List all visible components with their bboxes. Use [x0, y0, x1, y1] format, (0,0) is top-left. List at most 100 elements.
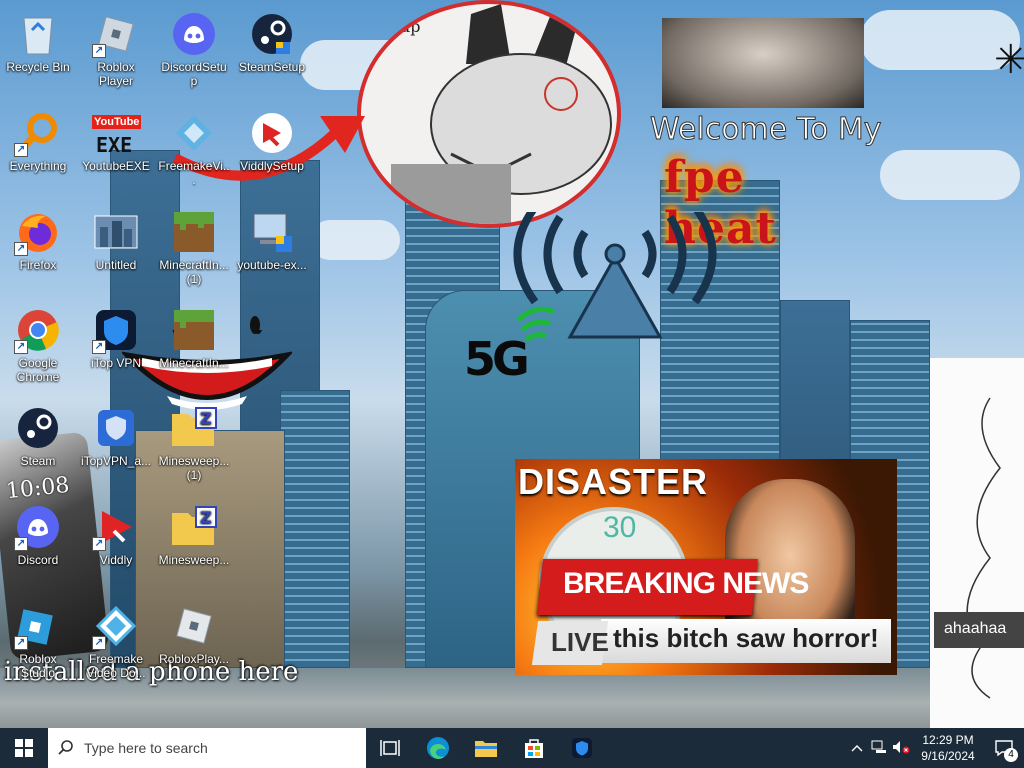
- taskbar-store-button[interactable]: [510, 728, 558, 768]
- chrome-icon: ↗: [14, 306, 62, 354]
- desktop[interactable]: Sup Welcome To My fpe heat 5G 30 DISASTE…: [0, 0, 1024, 728]
- viddly-icon: ↗: [92, 503, 140, 551]
- anime-character-circle: Sup: [357, 0, 621, 228]
- desktop-icon-label: YoutubeEXE: [82, 159, 150, 173]
- sup-text: Sup: [389, 17, 421, 36]
- taskbar-edge-button[interactable]: [414, 728, 462, 768]
- start-button[interactable]: [0, 728, 48, 768]
- desktop-icon-label: Untitled: [95, 258, 137, 272]
- desktop-icon-roblox-studio[interactable]: ↗ Roblox Studio: [0, 598, 76, 694]
- chevron-up-icon: [851, 745, 863, 752]
- desktop-icon-google-chrome[interactable]: ↗ Google Chrome: [0, 302, 76, 398]
- desktop-icon-label: Google Chrome: [16, 356, 60, 384]
- desktop-icon-label: ViddlySetup: [240, 159, 304, 173]
- desktop-icon-label: Freemake Video Do...: [86, 652, 146, 680]
- desktop-icon-label: FreemakeVi...: [158, 159, 230, 187]
- desktop-icon-minecraft-installer[interactable]: MinecraftIn...: [156, 302, 232, 398]
- breaking-news-text: BREAKING NEWS: [563, 567, 809, 600]
- desktop-icon-untitled[interactable]: Untitled: [78, 204, 154, 300]
- desktop-icon-label: iTopVPN_a...: [80, 454, 152, 468]
- task-view-icon: [380, 740, 400, 756]
- news-ticker-text: this bitch saw horror!: [613, 623, 879, 653]
- desktop-icon-viddly-setup[interactable]: ViddlySetup: [234, 105, 310, 201]
- desktop-icon-minesweeper-1[interactable]: Z Minesweep... (1): [156, 400, 232, 496]
- task-view-button[interactable]: [366, 728, 414, 768]
- minecraft-block-icon: [170, 208, 218, 256]
- desktop-icon-label: Roblox Player: [97, 60, 135, 88]
- desktop-icon-roblox-player-installer[interactable]: RobloxPlay...: [156, 598, 232, 694]
- desktop-icon-label: Steam: [20, 454, 56, 468]
- desktop-icon-steam[interactable]: Steam: [0, 400, 76, 496]
- desktop-icon-firefox[interactable]: ↗ Firefox: [0, 204, 76, 300]
- welcome-text: Welcome To My: [650, 112, 883, 148]
- network-icon: [871, 740, 886, 753]
- scribble-drawing: [966, 397, 1001, 699]
- desktop-icon-label: iTop VPN: [90, 356, 142, 370]
- news-disaster-text: DISASTER: [518, 461, 709, 502]
- taskbar: Type here to search 12:29 PM 9/16/2024 4: [0, 728, 1024, 768]
- desktop-icon-label: DiscordSetup: [161, 60, 227, 88]
- desktop-icon-minesweeper[interactable]: Z Minesweep...: [156, 499, 232, 595]
- taskbar-search-box[interactable]: Type here to search: [48, 728, 366, 768]
- exe-logo: EXE: [96, 133, 133, 157]
- desktop-icon-everything[interactable]: ↗ Everything: [0, 105, 76, 201]
- desktop-icon-label: Minesweep...: [158, 553, 230, 567]
- show-hidden-icons-button[interactable]: [846, 741, 868, 755]
- search-icon: [58, 740, 73, 755]
- desktop-icon-steam-setup[interactable]: SteamSetup: [234, 6, 310, 102]
- desktop-icon-label: Viddly: [99, 553, 133, 567]
- desktop-icon-discord-setup[interactable]: DiscordSetup: [156, 6, 232, 102]
- taskbar-clock[interactable]: 12:29 PM 9/16/2024: [912, 732, 984, 764]
- youtube-exe-icon: YouTube EXE: [92, 109, 142, 157]
- volume-button[interactable]: [890, 740, 912, 757]
- desktop-icon-label: SteamSetup: [238, 60, 306, 74]
- itop-vpn-icon: ↗: [92, 306, 140, 354]
- skyscraper: [280, 390, 350, 668]
- speaker-muted-icon: [893, 740, 910, 753]
- desktop-icon-roblox-player[interactable]: ↗ Roblox Player: [78, 6, 154, 102]
- desktop-icon-freemake-video[interactable]: FreemakeVi...: [156, 105, 232, 201]
- desktop-icon-youtube-exe-installer[interactable]: youtube-ex...: [234, 204, 310, 300]
- network-button[interactable]: [868, 740, 890, 757]
- recycle-bin-icon: [14, 10, 62, 58]
- desktop-icon-label: MinecraftIn... (1): [159, 258, 229, 286]
- desktop-icon-minecraft-installer-1[interactable]: MinecraftIn... (1): [156, 204, 232, 300]
- vpn-shield-icon: [572, 738, 592, 758]
- live-text: LIVE: [551, 627, 609, 657]
- desktop-icon-freemake-video-downloader[interactable]: ↗ Freemake Video Do...: [78, 598, 154, 694]
- desktop-icon-recycle-bin[interactable]: Recycle Bin: [0, 6, 76, 102]
- itop-vpn-setup-icon: [92, 404, 140, 452]
- desktop-icon-label: Firefox: [19, 258, 57, 272]
- desktop-icon-label: MinecraftIn...: [159, 356, 229, 370]
- store-icon: [525, 739, 543, 758]
- zip-folder-icon: Z: [170, 404, 218, 452]
- roblox-icon: ↗: [92, 10, 140, 58]
- youtube-logo: YouTube: [92, 115, 142, 129]
- edge-icon: [427, 737, 449, 759]
- desktop-icon-viddly[interactable]: ↗ Viddly: [78, 499, 154, 595]
- taskbar-itop-vpn-button[interactable]: [558, 728, 606, 768]
- sketch-paper: [930, 358, 1024, 728]
- notification-badge: 4: [1004, 748, 1018, 762]
- search-placeholder: Type here to search: [84, 740, 208, 756]
- clock-date: 9/16/2024: [921, 749, 975, 763]
- breaking-news-image: 30 DISASTER BREAKING NEWS this bitch saw…: [515, 459, 897, 675]
- cloud: [880, 150, 1020, 200]
- system-tray: 12:29 PM 9/16/2024 4: [846, 728, 1024, 768]
- desktop-icon-itop-vpn-setup[interactable]: iTopVPN_a...: [78, 400, 154, 496]
- windows-logo-icon: [15, 739, 33, 757]
- firefox-icon: ↗: [14, 208, 62, 256]
- svg-text:Z: Z: [200, 508, 212, 527]
- news-clock-number: 30: [603, 511, 637, 544]
- desktop-icon-youtube-exe[interactable]: YouTube EXE YoutubeEXE: [78, 105, 154, 201]
- desktop-icon-discord[interactable]: ↗ Discord: [0, 499, 76, 595]
- installer-icon: [248, 208, 296, 256]
- roblox-icon: [170, 602, 218, 650]
- desktop-icon-label: Minesweep... (1): [158, 454, 230, 482]
- desktop-icon-itop-vpn[interactable]: ↗ iTop VPN: [78, 302, 154, 398]
- taskbar-file-explorer-button[interactable]: [462, 728, 510, 768]
- folder-icon: [475, 741, 497, 757]
- notification-center-button[interactable]: 4: [984, 728, 1024, 768]
- fire-text: fpe heat: [664, 152, 777, 254]
- desktop-icon-label: youtube-ex...: [237, 258, 307, 272]
